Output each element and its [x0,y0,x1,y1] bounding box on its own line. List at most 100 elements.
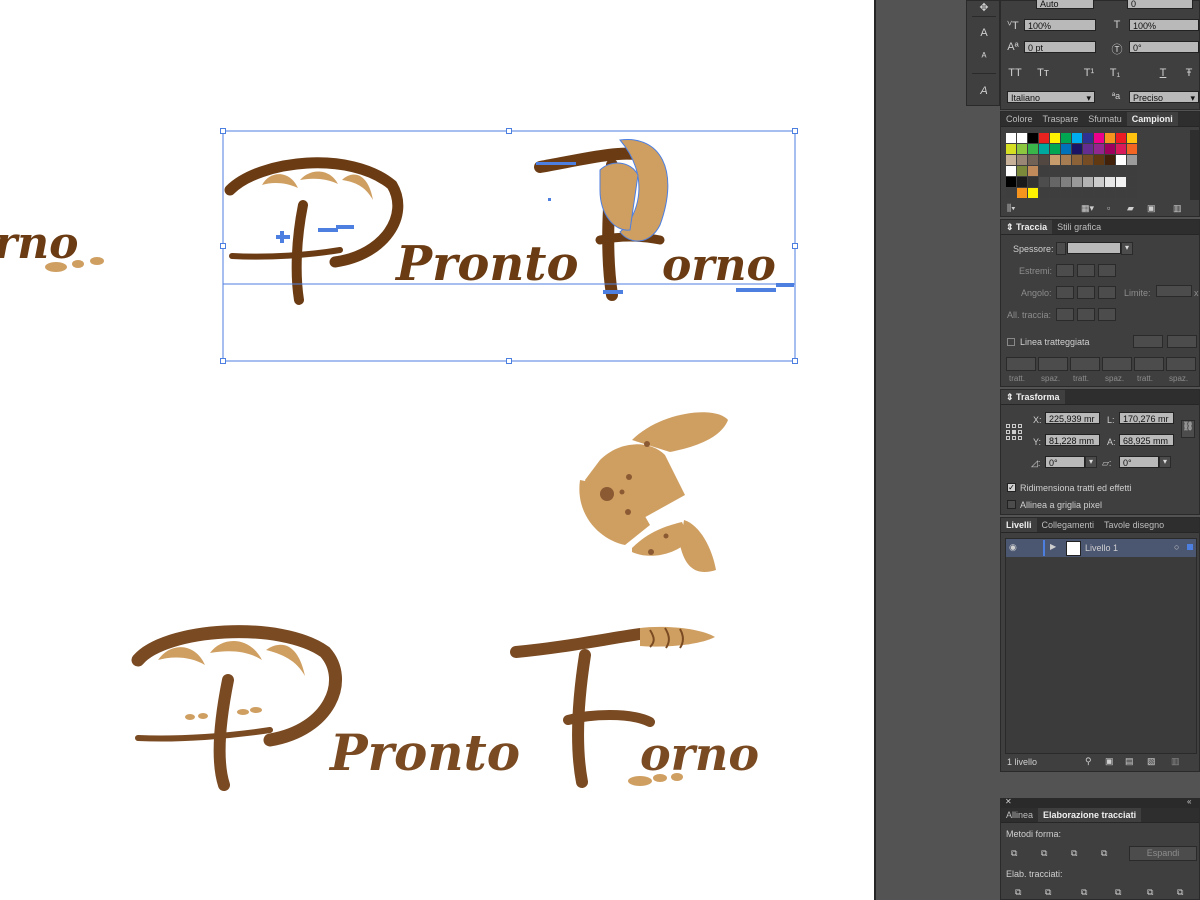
unite-icon[interactable]: ⧉ [1011,848,1017,859]
color-swatch[interactable] [1061,155,1071,165]
color-swatch[interactable] [1028,133,1038,143]
divide-icon[interactable]: ⧉ [1015,887,1021,898]
subscript-button[interactable]: T₁ [1105,67,1125,79]
swatch-options-icon[interactable]: ▫ [1107,203,1110,213]
color-swatch[interactable] [1006,166,1016,176]
color-swatch[interactable] [1072,144,1082,154]
dashed-line-checkbox[interactable] [1007,338,1015,346]
color-swatch[interactable] [1028,166,1038,176]
color-swatch[interactable] [1072,155,1082,165]
new-layer-icon[interactable]: ▧ [1147,756,1156,767]
color-swatch[interactable] [1061,166,1071,176]
align-stroke-center-button[interactable] [1056,308,1074,321]
color-swatch[interactable] [1094,188,1104,198]
h-field[interactable]: 68,925 mm [1119,434,1174,446]
swatch-libraries-icon[interactable]: ⫼▾ [1007,203,1016,214]
color-swatch[interactable] [1116,177,1126,187]
tracking-field[interactable]: 0 [1127,0,1193,9]
new-color-group-icon[interactable]: ▰ [1127,203,1134,214]
stroke-weight-stepper[interactable] [1056,242,1066,255]
round-cap-button[interactable] [1077,264,1095,277]
color-swatch[interactable] [1017,188,1027,198]
color-swatch[interactable] [1116,188,1126,198]
layer-row[interactable]: ◉ ▶ Livello 1 ○ [1006,539,1196,557]
path-type-icon[interactable]: ᴬ [976,51,992,65]
gap-field[interactable] [1038,357,1068,371]
round-join-button[interactable] [1077,286,1095,299]
panel-title-strip[interactable]: ✕ « [1001,797,1199,808]
color-swatch[interactable] [1094,144,1104,154]
color-swatch[interactable] [1083,144,1093,154]
color-swatch[interactable] [1050,177,1060,187]
color-swatch[interactable] [1017,166,1027,176]
crop-icon[interactable]: ⧉ [1115,887,1121,898]
color-swatch[interactable] [1006,144,1016,154]
color-swatch[interactable] [1083,166,1093,176]
tab-trasparenza[interactable]: Traspare [1038,112,1084,126]
align-stroke-outside-button[interactable] [1098,308,1116,321]
tab-trasforma[interactable]: ⇕ Trasforma [1001,390,1065,404]
align-stroke-inside-button[interactable] [1077,308,1095,321]
color-swatch[interactable] [1105,177,1115,187]
locate-object-icon[interactable]: ⚲ [1085,756,1092,767]
butt-cap-button[interactable] [1056,264,1074,277]
color-swatch[interactable] [1028,155,1038,165]
minus-front-icon[interactable]: ⧉ [1041,848,1047,859]
color-swatch[interactable] [1050,133,1060,143]
color-swatch[interactable] [1094,177,1104,187]
tab-collegamenti[interactable]: Collegamenti [1037,518,1100,532]
clipping-mask-icon[interactable]: ▣ [1105,756,1114,767]
color-swatch[interactable] [1072,188,1082,198]
tab-elaborazione-tracciati[interactable]: Elaborazione tracciati [1038,808,1142,822]
color-swatch[interactable] [1061,144,1071,154]
color-swatch[interactable] [1127,177,1137,187]
layer-name[interactable]: Livello 1 [1085,543,1118,553]
eye-icon[interactable]: ◉ [1009,542,1017,553]
color-swatch[interactable] [1105,144,1115,154]
tab-traccia[interactable]: ⇕ Traccia [1001,220,1053,234]
miter-limit-field[interactable] [1156,285,1192,297]
color-swatch[interactable] [1127,188,1137,198]
color-swatch[interactable] [1061,133,1071,143]
color-swatch[interactable] [1039,177,1049,187]
color-swatch[interactable] [1050,188,1060,198]
language-select[interactable]: Italiano ▾ [1007,91,1095,103]
color-swatch[interactable] [1039,133,1049,143]
color-swatch[interactable] [1072,177,1082,187]
color-swatch[interactable] [1083,177,1093,187]
color-swatch[interactable] [1105,166,1115,176]
touch-type-icon[interactable]: ✥ [976,1,992,15]
stroke-weight-field[interactable] [1067,242,1121,254]
collapse-icon[interactable]: « [1187,797,1191,806]
color-swatch[interactable] [1006,155,1016,165]
color-swatch[interactable] [1116,166,1126,176]
color-swatch[interactable] [1127,166,1137,176]
shear-field[interactable]: 0° [1119,456,1159,468]
exclude-icon[interactable]: ⧉ [1101,848,1107,859]
vertical-scale-field[interactable]: 100% [1024,19,1096,31]
color-swatch[interactable] [1028,144,1038,154]
color-swatch[interactable] [1017,177,1027,187]
x-field[interactable]: 225,939 mr [1045,412,1100,424]
color-swatch[interactable] [1017,144,1027,154]
swatch-grid[interactable] [1006,133,1186,199]
color-swatch[interactable] [1105,133,1115,143]
new-swatch-icon[interactable]: ▣ [1147,203,1156,214]
color-swatch[interactable] [1072,133,1082,143]
color-swatch[interactable] [1083,155,1093,165]
tab-allinea[interactable]: Allinea [1001,808,1038,822]
chevron-down-icon[interactable]: ▾ [1121,242,1133,255]
strikethrough-button[interactable]: Ŧ [1181,67,1197,79]
baseline-shift-field[interactable]: 0 pt [1024,41,1096,53]
antialiasing-select[interactable]: Preciso ▾ [1129,91,1199,103]
selection-indicator[interactable] [1187,544,1193,550]
show-swatch-kinds-icon[interactable]: ▦▾ [1081,203,1094,214]
color-swatch[interactable] [1116,133,1126,143]
dash-align-exact-button[interactable] [1133,335,1163,348]
expand-button[interactable]: Espandi [1129,846,1197,861]
color-swatch[interactable] [1050,166,1060,176]
underline-button[interactable]: T [1155,67,1171,79]
trash-icon[interactable]: ▥ [1171,756,1180,767]
color-swatch[interactable] [1094,166,1104,176]
color-swatch[interactable] [1127,144,1137,154]
